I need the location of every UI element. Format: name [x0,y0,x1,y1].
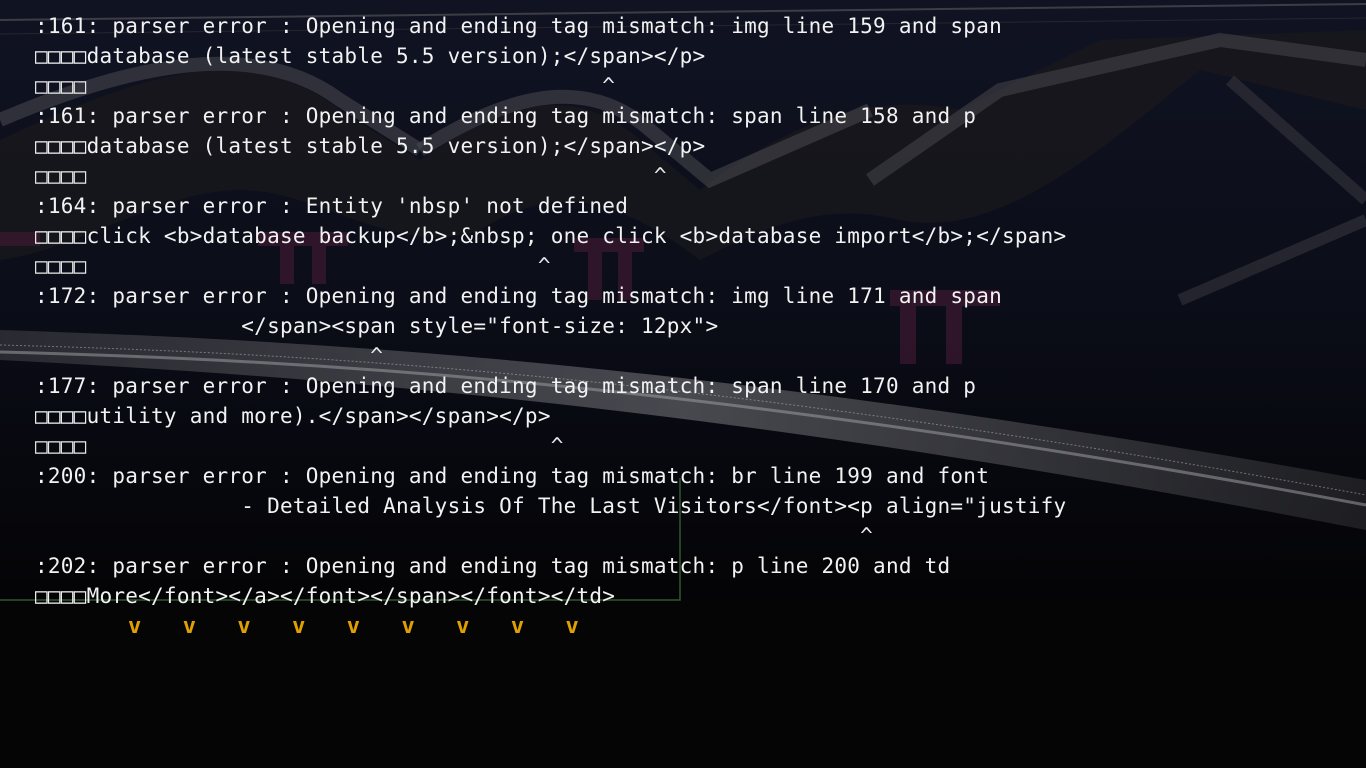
error-line: :177: parser error : Opening and ending … [35,374,977,398]
chevron-down-icon: v [456,614,470,639]
terminal-output: :161: parser error : Opening and ending … [0,0,1366,768]
source-line: □□□□database (latest stable 5.5 version)… [35,134,706,158]
chevron-down-icon: v [346,614,360,639]
caret-line: ^ [35,344,384,368]
source-line: </span><span style="font-size: 12px"> [35,314,719,338]
chevron-down-icon: v [565,614,579,639]
error-line: :164: parser error : Entity 'nbsp' not d… [35,194,629,218]
source-line: □□□□utility and more).</span></span></p> [35,404,551,428]
chevron-down-icon: v [128,614,142,639]
error-line: :202: parser error : Opening and ending … [35,554,951,578]
source-line: □□□□database (latest stable 5.5 version)… [35,44,706,68]
error-line: :200: parser error : Opening and ending … [35,464,990,488]
chevron-down-icon: v [401,614,415,639]
chevron-down-icon: v [292,614,306,639]
caret-line: □□□□ ^ [35,434,564,458]
chevron-down-icon: v [182,614,196,639]
source-line: □□□□More</font></a></font></span></font>… [35,584,616,608]
chevron-down-icon: v [237,614,251,639]
error-line: :172: parser error : Opening and ending … [35,284,1002,308]
caret-line: □□□□ ^ [35,74,616,98]
error-line: :161: parser error : Opening and ending … [35,104,977,128]
chevron-down-icon: v [510,614,525,639]
chevron-row: v v v v v v v v v [128,612,620,642]
source-line: - Detailed Analysis Of The Last Visitors… [35,494,1067,518]
error-line: :161: parser error : Opening and ending … [35,14,1002,38]
caret-line: □□□□ ^ [35,164,667,188]
source-line: □□□□click <b>database backup</b>;&nbsp; … [35,224,1067,248]
caret-line: ^ [35,524,874,548]
caret-line: □□□□ ^ [35,254,551,278]
